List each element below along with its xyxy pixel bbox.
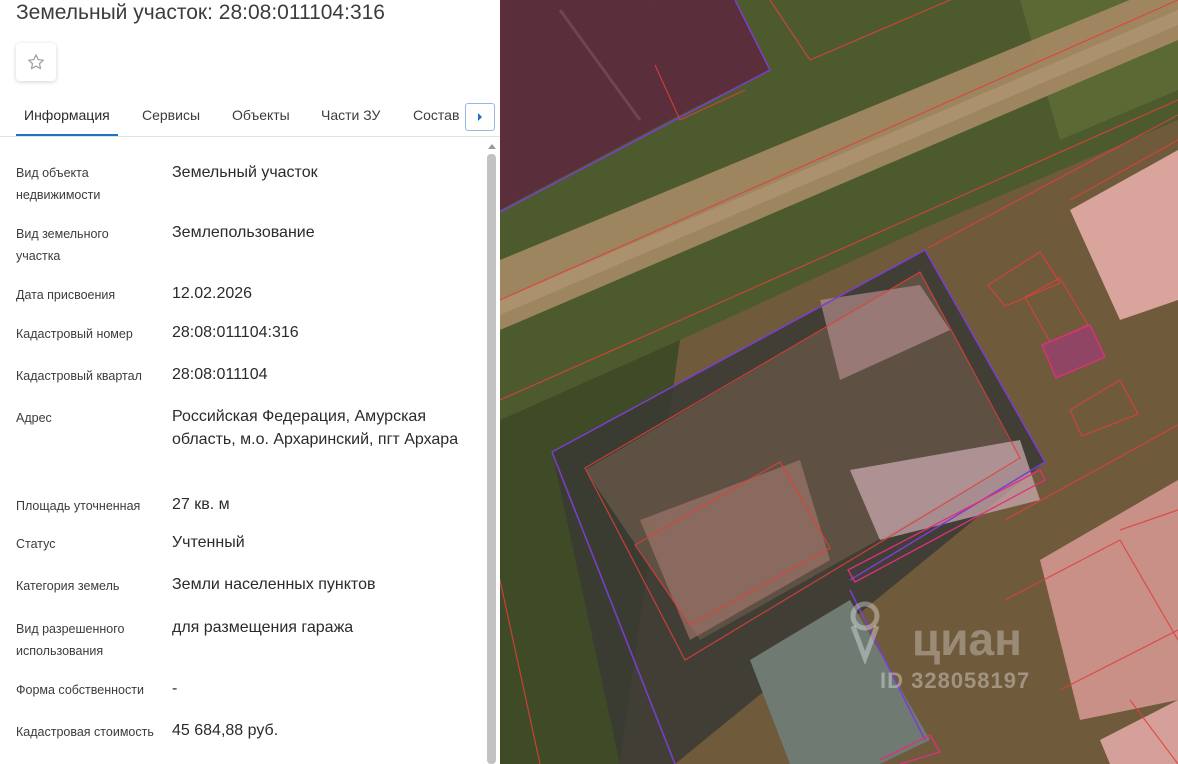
label-status: Статус [16, 537, 56, 551]
star-outline-icon [28, 54, 44, 70]
watermark-brand: циан [912, 613, 1022, 665]
map-canvas[interactable] [500, 0, 1178, 764]
info-panel: Земельный участок: 28:08:011104:316 Инфо… [0, 0, 500, 764]
value-area: 27 кв. м [172, 496, 230, 513]
label-cadastral-quarter: Кадастровый квартал [16, 369, 142, 383]
chevron-right-icon [478, 113, 482, 121]
label-cadastral-value: Кадастровая стоимость [16, 725, 154, 739]
tab-info[interactable]: Информация [16, 96, 118, 136]
scroll-up-arrow-icon[interactable] [487, 142, 497, 150]
value-permitted-use: для размещения гаража [172, 619, 354, 636]
watermark-id: ID 328058197 [880, 668, 1031, 693]
value-ownership: - [172, 680, 178, 697]
value-object-type: Земельный участок [172, 164, 318, 181]
value-category: Земли населенных пунктов [172, 576, 376, 593]
tab-objects[interactable]: Объекты [232, 96, 290, 136]
value-cadastral-number: 28:08:011104:316 [172, 324, 299, 341]
tab-bar: Информация Сервисы Объекты Части ЗУ Сост… [0, 96, 500, 137]
tab-services[interactable]: Сервисы [142, 96, 200, 136]
favorite-button[interactable] [16, 43, 56, 81]
value-address: Российская Федерация, Амурская область, … [172, 408, 459, 448]
value-status: Учтенный [172, 534, 245, 551]
label-cadastral-number: Кадастровый номер [16, 327, 133, 341]
label-category: Категория земель [16, 579, 120, 593]
label-land-type: Вид земельного участка [16, 227, 109, 263]
label-object-type: Вид объекта недвижимости [16, 166, 101, 202]
value-assign-date: 12.02.2026 [172, 285, 253, 302]
label-permitted-use: Вид разрешенного использования [16, 622, 125, 658]
tab-composition[interactable]: Состав [413, 96, 459, 136]
satellite-map[interactable] [500, 0, 1178, 764]
label-address: Адрес [16, 411, 52, 425]
label-ownership: Форма собственности [16, 683, 144, 697]
scrollbar-thumb[interactable] [487, 154, 496, 764]
page-title: Земельный участок: 28:08:011104:316 [16, 1, 385, 24]
tabs-next-button[interactable] [465, 103, 495, 131]
map-pin-watermark-icon [850, 601, 880, 664]
tab-parts[interactable]: Части ЗУ [321, 96, 380, 136]
value-cadastral-quarter: 28:08:011104 [172, 366, 268, 383]
value-cadastral-value: 45 684,88 руб. [172, 722, 279, 739]
label-area: Площадь уточненная [16, 499, 141, 513]
label-assign-date: Дата присвоения [16, 288, 116, 302]
value-land-type: Землепользование [172, 224, 315, 241]
